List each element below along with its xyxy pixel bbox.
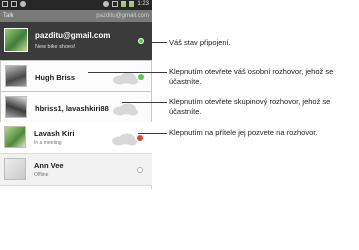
contact-name: Hugh Briss [35, 73, 76, 82]
title-bar: Talk pazditu@gmail.com [0, 10, 152, 22]
annotation-group-chat: Klepnutím otevřete skupinový rozhovor, j… [169, 97, 331, 116]
clock: 1:23 [137, 1, 149, 7]
talk-icon [20, 1, 26, 7]
avatar [4, 28, 28, 52]
contact-lavash-kiri[interactable]: Lavash Kiri In a meeting [0, 122, 152, 154]
avatar [5, 65, 27, 87]
contact-status: Offline [34, 172, 49, 178]
callout-line-group [122, 102, 167, 103]
annotation-status: Váš stav připojení. [169, 38, 231, 47]
contact-name: Lavash Kiri [34, 129, 75, 138]
contact-hugh-briss[interactable]: Hugh Briss [0, 60, 152, 92]
callout-line-status [146, 42, 167, 43]
battery-icon [129, 1, 135, 7]
presence-offline-icon [137, 167, 143, 173]
gps-icon [103, 1, 110, 7]
chat-bubble-icon [113, 103, 138, 116]
signal-icon [121, 1, 127, 7]
phone-screen: 1:23 Talk pazditu@gmail.com pazditu@gmai… [0, 0, 152, 250]
avatar [4, 126, 26, 148]
chat-bubble-icon [113, 72, 138, 85]
presence-busy-icon [137, 135, 143, 141]
network-icon [112, 1, 119, 7]
avatar [5, 96, 27, 118]
app-title: Talk [3, 13, 14, 19]
annotation-personal-chat: Klepnutím otevřete váš osobní rozhovor, … [169, 67, 334, 86]
status-bar: 1:23 [0, 0, 152, 10]
contact-ann-vee[interactable]: Ann Vee Offline [0, 154, 152, 186]
presence-available-icon [138, 74, 144, 80]
my-account-name: pazditu@gmail.com [35, 31, 111, 40]
contact-list-empty-area [0, 189, 152, 250]
chat-bubble-icon [112, 133, 137, 146]
contact-group-chat[interactable]: hbriss1, lavashkiri88 [0, 91, 152, 123]
my-status-message: New bike shoes! [35, 44, 76, 50]
my-status-row[interactable]: pazditu@gmail.com New bike shoes! [0, 22, 152, 60]
presence-available-icon [138, 38, 144, 44]
contact-status: In a meeting [34, 140, 62, 146]
avatar [4, 158, 26, 180]
notification-icon [2, 1, 8, 7]
callout-line-invite [138, 133, 167, 134]
contact-name: Ann Vee [34, 161, 64, 170]
callout-line-personal [88, 72, 167, 73]
account-label: pazditu@gmail.com [96, 13, 149, 19]
message-icon [11, 1, 17, 7]
annotation-invite: Klepnutím na přítele jej pozvete na rozh… [169, 128, 318, 137]
contact-name: hbriss1, lavashkiri88 [35, 104, 109, 113]
